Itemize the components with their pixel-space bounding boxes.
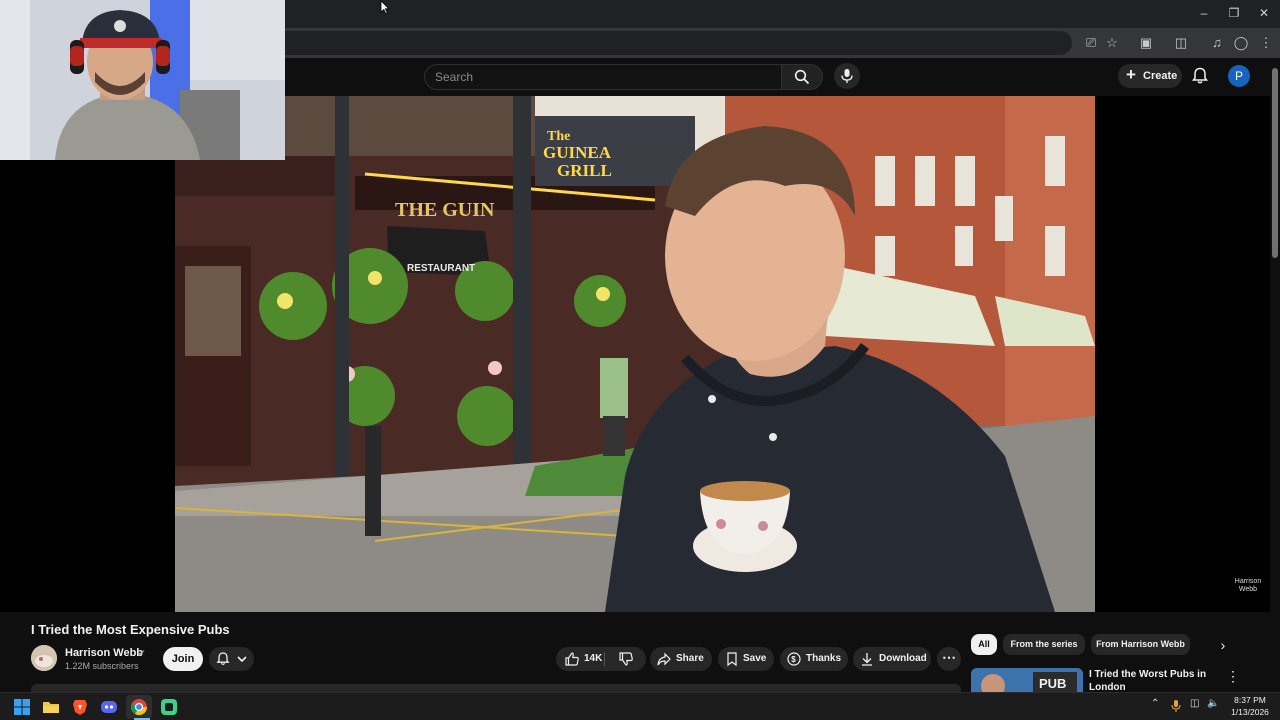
sign-grill: GRILL	[557, 161, 612, 180]
tray-overflow-icon[interactable]: ⌃	[1151, 698, 1159, 709]
clock-time: 8:37 PM	[1234, 695, 1266, 705]
bookmark-star-icon[interactable]: ☆	[1103, 34, 1121, 52]
create-button[interactable]: + Create	[1118, 64, 1182, 88]
verified-badge-icon: ✔	[138, 648, 146, 658]
microphone-in-use-icon[interactable]	[1170, 699, 1182, 713]
close-icon[interactable]: ✕	[1254, 4, 1274, 22]
sign-guinea: GUINEA	[543, 143, 612, 162]
system-clock[interactable]: 8:37 PM 1/13/2026	[1224, 694, 1276, 718]
extensions-icon[interactable]: ▣	[1137, 34, 1155, 52]
save-label: Save	[743, 653, 767, 664]
search-button[interactable]	[781, 64, 823, 90]
chip-from-channel[interactable]: From Harrison Webb	[1091, 634, 1190, 655]
network-icon[interactable]: ◫	[1190, 698, 1199, 709]
brave-browser-icon[interactable]	[70, 697, 90, 717]
channel-avatar[interactable]	[31, 645, 57, 671]
more-vertical-icon[interactable]: ⋮	[1226, 668, 1240, 684]
voice-search-button[interactable]	[834, 63, 860, 89]
thanks-button[interactable]: $ Thanks	[780, 647, 848, 671]
page-scrollbar[interactable]	[1270, 58, 1280, 692]
recommended-thumbnail-image: PUB	[971, 668, 1083, 692]
account-avatar[interactable]: P	[1228, 65, 1250, 87]
like-separator	[604, 652, 605, 666]
download-label: Download	[879, 653, 927, 664]
sign-the: The	[547, 129, 570, 144]
chip-all[interactable]: All	[971, 634, 997, 655]
watermark-line-2: Webb	[1238, 586, 1258, 593]
search-icon	[794, 69, 810, 85]
profile-icon[interactable]: ◯	[1232, 34, 1250, 52]
like-count: 14K	[584, 653, 603, 664]
search-input[interactable]: Search	[424, 64, 782, 90]
like-button[interactable]: 14K	[556, 647, 604, 671]
bell-icon	[216, 652, 230, 666]
os-taskbar: ⌃ ◫ 🔈 8:37 PM 1/13/2026	[0, 692, 1280, 720]
like-dislike-group: 14K	[556, 647, 646, 671]
terminal-app-icon[interactable]	[159, 697, 179, 717]
volume-icon[interactable]: 🔈	[1207, 698, 1219, 709]
description-box[interactable]	[31, 684, 961, 692]
cast-icon[interactable]: ⎚	[1082, 34, 1100, 52]
minimize-icon[interactable]: –	[1194, 4, 1214, 22]
notifications-bell-icon[interactable]	[1190, 66, 1210, 86]
restore-icon[interactable]: ❐	[1224, 4, 1244, 22]
bookmark-icon	[727, 652, 737, 667]
join-button[interactable]: Join	[163, 647, 203, 671]
download-icon	[862, 653, 872, 666]
channel-watermark[interactable]: Harrison Webb	[1228, 578, 1268, 594]
watermark-line-1: Harrison	[1234, 578, 1262, 585]
clock-date: 1/13/2026	[1231, 707, 1269, 717]
share-label: Share	[676, 653, 704, 664]
pub-name-sign: THE GUIN	[395, 199, 495, 221]
subscribe-notifications-button[interactable]	[209, 647, 254, 671]
chevron-down-icon	[237, 656, 247, 663]
chrome-icon[interactable]	[129, 697, 149, 717]
search-placeholder: Search	[435, 70, 474, 84]
subscriber-count: 1.22M subscribers	[65, 661, 139, 671]
recommended-thumbnail[interactable]: PUB	[971, 668, 1083, 692]
channel-avatar-image	[31, 645, 57, 671]
restaurant-awning-text: RESTAURANT	[407, 263, 475, 274]
video-scene: The GUINEA GRILL THE GUIN RESTAURANT	[175, 96, 1095, 612]
scrollbar-thumb[interactable]	[1272, 68, 1278, 258]
media-control-icon[interactable]: ♫	[1208, 34, 1226, 52]
file-explorer-icon[interactable]	[41, 697, 61, 717]
webcam-scene	[0, 0, 285, 160]
webcam-overlay	[0, 0, 285, 160]
mouse-cursor-icon	[380, 0, 390, 14]
windows-start-icon[interactable]	[12, 697, 32, 717]
more-actions-button[interactable]: ⋯	[937, 647, 961, 671]
thumbs-down-icon[interactable]	[618, 651, 634, 667]
share-icon	[657, 652, 671, 666]
plus-icon: +	[1126, 65, 1136, 84]
save-button[interactable]: Save	[718, 647, 774, 671]
thanks-label: Thanks	[806, 653, 842, 664]
browser-menu-icon[interactable]: ⋮	[1257, 34, 1275, 52]
recommended-thumb-text: PUB	[1039, 676, 1066, 691]
video-title: I Tried the Most Expensive Pubs	[31, 622, 230, 637]
share-button[interactable]: Share	[650, 647, 712, 671]
discord-icon[interactable]	[99, 697, 119, 717]
split-view-icon[interactable]: ◫	[1172, 34, 1190, 52]
chevron-right-icon[interactable]: ›	[1214, 636, 1232, 654]
more-horizontal-icon: ⋯	[942, 649, 956, 665]
channel-name[interactable]: Harrison Webb	[65, 647, 143, 659]
create-label: Create	[1143, 70, 1178, 82]
chip-from-series[interactable]: From the series	[1003, 634, 1085, 655]
video-frame[interactable]: The GUINEA GRILL THE GUIN RESTAURANT	[175, 96, 1095, 612]
screen: – ❐ ✕ ⎚ ☆ ▣ ◫ ♫ ◯ ⋮ Search + Create P Th…	[0, 0, 1280, 720]
video-player[interactable]: The GUINEA GRILL THE GUIN RESTAURANT Har…	[0, 96, 1270, 612]
thumbs-up-icon	[565, 652, 579, 666]
download-button[interactable]: Download	[853, 647, 931, 671]
microphone-icon	[841, 69, 853, 83]
recommended-title[interactable]: I Tried the Worst Pubs in London	[1089, 668, 1219, 692]
super-thanks-icon: $	[787, 652, 801, 666]
svg-text:$: $	[791, 655, 796, 664]
